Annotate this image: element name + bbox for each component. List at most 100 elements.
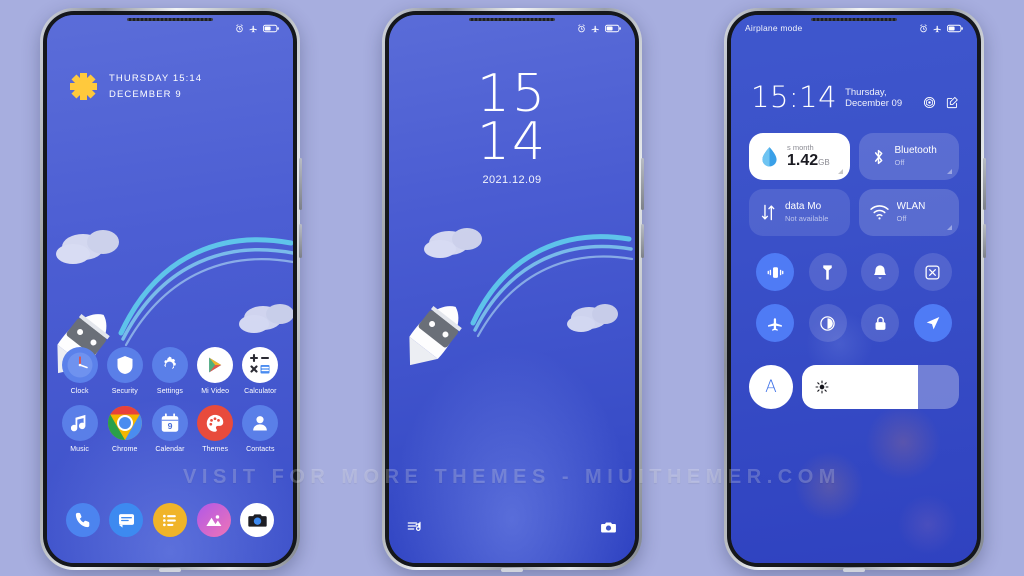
airplane-icon (767, 317, 782, 331)
home-indicator[interactable] (834, 394, 874, 397)
app-row-2: Music Chrome 9 Calendar Themes Contacts (47, 405, 293, 453)
phone2-screen: 15 14 2021.12.09 (389, 15, 635, 563)
gear-icon (151, 347, 188, 383)
phone3-bottom-port (843, 568, 865, 572)
wlan-tile[interactable]: WLAN Off (858, 189, 959, 236)
phone-control-center: Airplane mode 15:14 Thursday, December 0… (724, 8, 986, 572)
sound-toggle[interactable] (861, 253, 900, 291)
phone3-status-icons (919, 23, 963, 33)
app-mi-video[interactable]: Mi Video (193, 347, 237, 395)
app-calculator[interactable]: Calculator (238, 347, 282, 395)
phone2-bottom-port (501, 568, 523, 572)
app-label: Mi Video (201, 388, 230, 395)
power-button[interactable] (641, 224, 644, 258)
phone1-bezel: THURSDAY 15:14 DECEMBER 9 Clock Security… (43, 11, 297, 567)
app-row-1: Clock Security Settings Mi Video Calcula… (47, 347, 293, 395)
app-chrome[interactable]: Chrome (103, 405, 147, 453)
palette-icon (197, 405, 234, 441)
lock-toggle[interactable] (861, 304, 900, 342)
resize-corner-icon (837, 169, 843, 174)
weather-widget[interactable]: THURSDAY 15:14 DECEMBER 9 (69, 71, 202, 102)
clock-icon (61, 347, 98, 383)
app-label: Calculator (244, 388, 277, 395)
airplane-toggle[interactable] (756, 304, 795, 342)
camera-icon[interactable] (600, 519, 617, 541)
music-note-icon (61, 405, 98, 441)
power-button[interactable] (983, 224, 986, 258)
tile-unit: GB (818, 158, 830, 168)
app-calendar[interactable]: 9 Calendar (148, 405, 192, 453)
weather-text: THURSDAY 15:14 DECEMBER 9 (109, 71, 202, 102)
app-security[interactable]: Security (103, 347, 147, 395)
dock-messages[interactable] (109, 503, 144, 537)
dock-notes[interactable] (152, 503, 187, 537)
airplane-icon (933, 25, 941, 32)
mobile-data-tile[interactable]: data Mo Not available (749, 189, 850, 236)
phone1-speaker (127, 18, 213, 21)
app-settings[interactable]: Settings (148, 347, 192, 395)
volume-button[interactable] (641, 158, 644, 210)
dock-camera[interactable] (240, 503, 275, 537)
tile-subtitle: Off (896, 213, 907, 223)
power-button[interactable] (299, 224, 302, 258)
clock-minutes: 14 (476, 111, 548, 172)
app-label: Calendar (155, 446, 185, 453)
location-toggle[interactable] (913, 304, 952, 342)
edit-icon[interactable] (946, 96, 959, 109)
cc-date: Thursday, December 09 (845, 87, 903, 109)
app-music[interactable]: Music (58, 405, 102, 453)
app-label: Music (70, 446, 89, 453)
shield-icon (106, 347, 143, 383)
settings-gear-icon[interactable] (923, 96, 936, 109)
app-label: Contacts (246, 446, 275, 453)
dock-phone[interactable] (65, 503, 100, 537)
dark-mode-toggle[interactable] (808, 304, 847, 342)
app-grid: Clock Security Settings Mi Video Calcula… (47, 347, 293, 463)
phone3-screen: Airplane mode 15:14 Thursday, December 0… (731, 15, 977, 563)
weather-line-2: DECEMBER 9 (109, 88, 182, 100)
screenshot-icon (925, 264, 940, 280)
svg-text:9: 9 (168, 421, 173, 431)
app-label: Chrome (112, 446, 138, 453)
data-arrows-icon (761, 204, 775, 221)
battery-icon (263, 24, 279, 32)
tile-title: Bluetooth (894, 145, 937, 157)
contrast-icon (820, 315, 835, 331)
vibrate-icon (767, 266, 784, 278)
dock-gallery[interactable] (196, 503, 231, 537)
tile-subtitle: Off (894, 157, 905, 167)
brightness-slider[interactable] (802, 365, 959, 409)
control-center-toggles (749, 253, 959, 342)
phone3-speaker (811, 18, 897, 21)
alarm-icon (920, 23, 927, 32)
data-drop-icon (762, 146, 777, 166)
play-icon (197, 347, 234, 383)
volume-button[interactable] (299, 158, 302, 210)
volume-button[interactable] (983, 158, 986, 210)
airplane-icon (249, 25, 257, 32)
tile-title: WLAN (896, 201, 926, 213)
alarm-icon (236, 23, 243, 32)
phone2-status-icons (577, 23, 621, 33)
auto-brightness-button[interactable]: A (749, 365, 793, 409)
calendar-icon: 9 (151, 405, 188, 441)
tile-subtitle: Not available (785, 213, 829, 223)
app-label: Themes (202, 446, 229, 453)
app-contacts[interactable]: Contacts (238, 405, 282, 453)
vibrate-toggle[interactable] (756, 253, 795, 291)
dock (47, 503, 293, 537)
cc-header-icons (923, 96, 959, 112)
location-icon (926, 317, 940, 330)
screenshot-toggle[interactable] (913, 253, 952, 291)
app-themes[interactable]: Themes (193, 405, 237, 453)
app-label: Settings (156, 388, 184, 395)
airplane-icon (591, 25, 599, 32)
bell-icon (874, 264, 887, 279)
app-clock[interactable]: Clock (58, 347, 102, 395)
data-usage-tile[interactable]: s month 1.42GB (749, 133, 850, 180)
bluetooth-tile[interactable]: Bluetooth Off (858, 133, 959, 180)
lock-icon (875, 316, 886, 330)
music-list-icon[interactable] (407, 519, 423, 541)
flashlight-toggle[interactable] (808, 253, 847, 291)
phone1-status-icons (235, 23, 279, 33)
